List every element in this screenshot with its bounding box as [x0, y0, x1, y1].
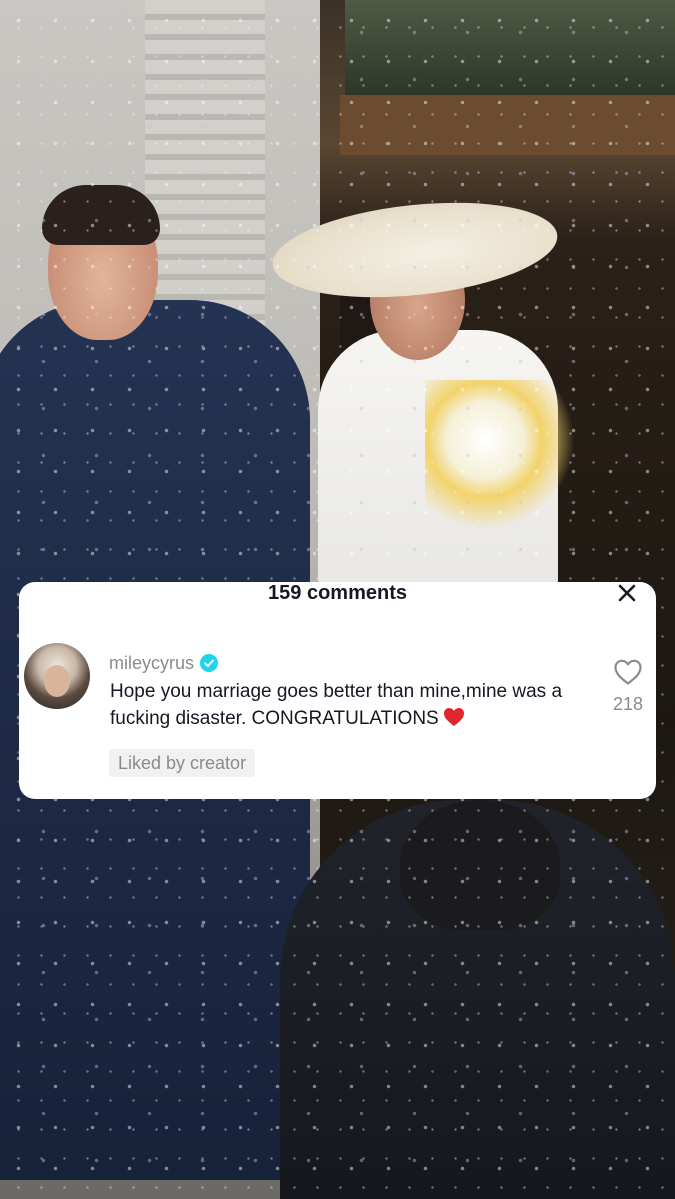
comment-card: 159 comments mileycyrus Hope you marriag… — [19, 582, 656, 799]
close-icon[interactable] — [616, 582, 638, 604]
comment-author-row: mileycyrus — [109, 652, 219, 674]
like-count: 218 — [612, 694, 644, 714]
comment-text: Hope you marriage goes better than mine,… — [110, 678, 600, 735]
comments-header: 159 comments — [19, 582, 656, 604]
comments-count: 159 comments — [268, 582, 407, 604]
red-heart-emoji-icon — [443, 707, 465, 735]
heart-outline-icon[interactable] — [613, 658, 643, 686]
comment-body: Hope you marriage goes better than mine,… — [110, 681, 563, 729]
username[interactable]: mileycyrus — [109, 652, 194, 674]
background-photo: 159 comments mileycyrus Hope you marriag… — [0, 0, 675, 1199]
verified-badge-icon — [200, 654, 219, 672]
avatar[interactable] — [24, 643, 90, 709]
avatar-face — [44, 665, 70, 697]
liked-by-creator-badge: Liked by creator — [109, 749, 256, 777]
